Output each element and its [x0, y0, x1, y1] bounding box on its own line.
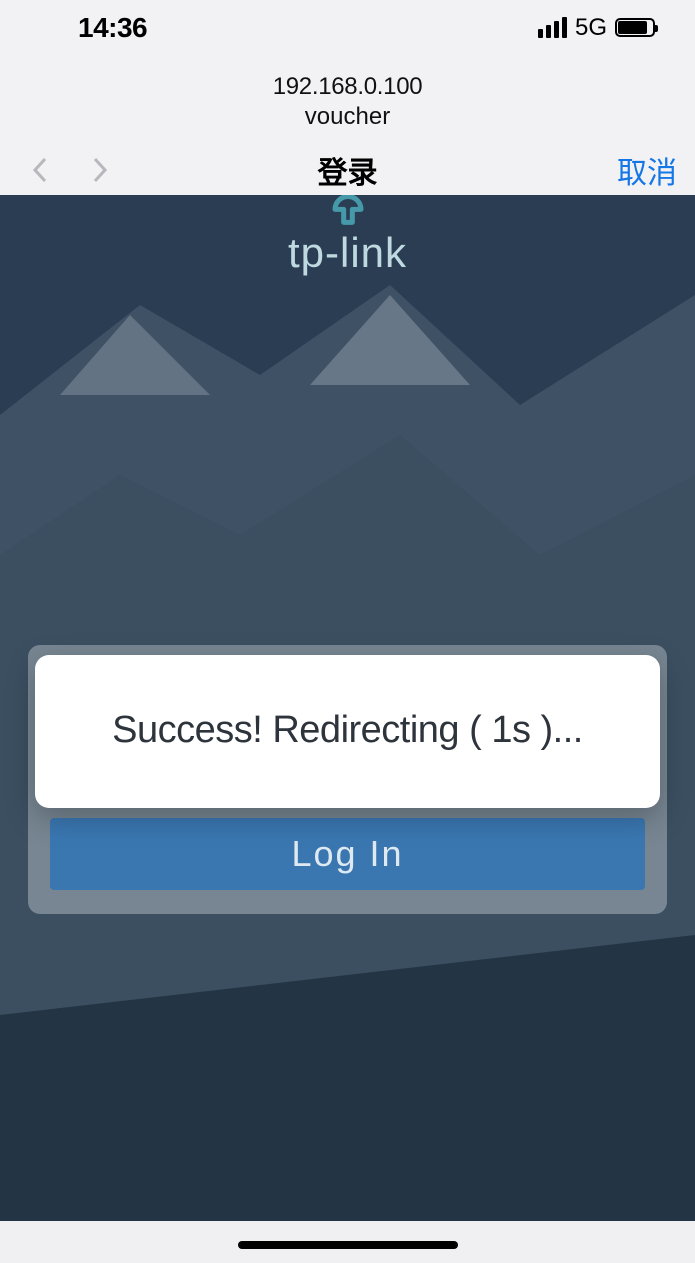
- page-title: 登录: [318, 148, 378, 192]
- back-button[interactable]: [28, 158, 52, 182]
- cancel-button[interactable]: 取消: [617, 148, 677, 192]
- login-button[interactable]: Log In: [50, 818, 645, 890]
- url-host: 192.168.0.100: [0, 73, 695, 101]
- toast-message: Success! Redirecting ( 1s )...: [63, 709, 632, 752]
- home-indicator[interactable]: [238, 1241, 458, 1249]
- chevron-left-icon: [31, 156, 49, 184]
- url-path: voucher: [0, 103, 695, 131]
- status-icons: 5G: [538, 14, 655, 42]
- status-time: 14:36: [78, 12, 147, 44]
- brand-logo-icon: [0, 195, 695, 231]
- battery-icon: [615, 18, 655, 37]
- brand-name: tp-link: [0, 229, 695, 277]
- chevron-right-icon: [91, 156, 109, 184]
- success-toast: Success! Redirecting ( 1s )...: [35, 655, 660, 808]
- url-bar: 192.168.0.100 voucher: [0, 55, 695, 141]
- forward-button[interactable]: [88, 158, 112, 182]
- cellular-signal-icon: [538, 17, 567, 38]
- network-type: 5G: [575, 14, 607, 42]
